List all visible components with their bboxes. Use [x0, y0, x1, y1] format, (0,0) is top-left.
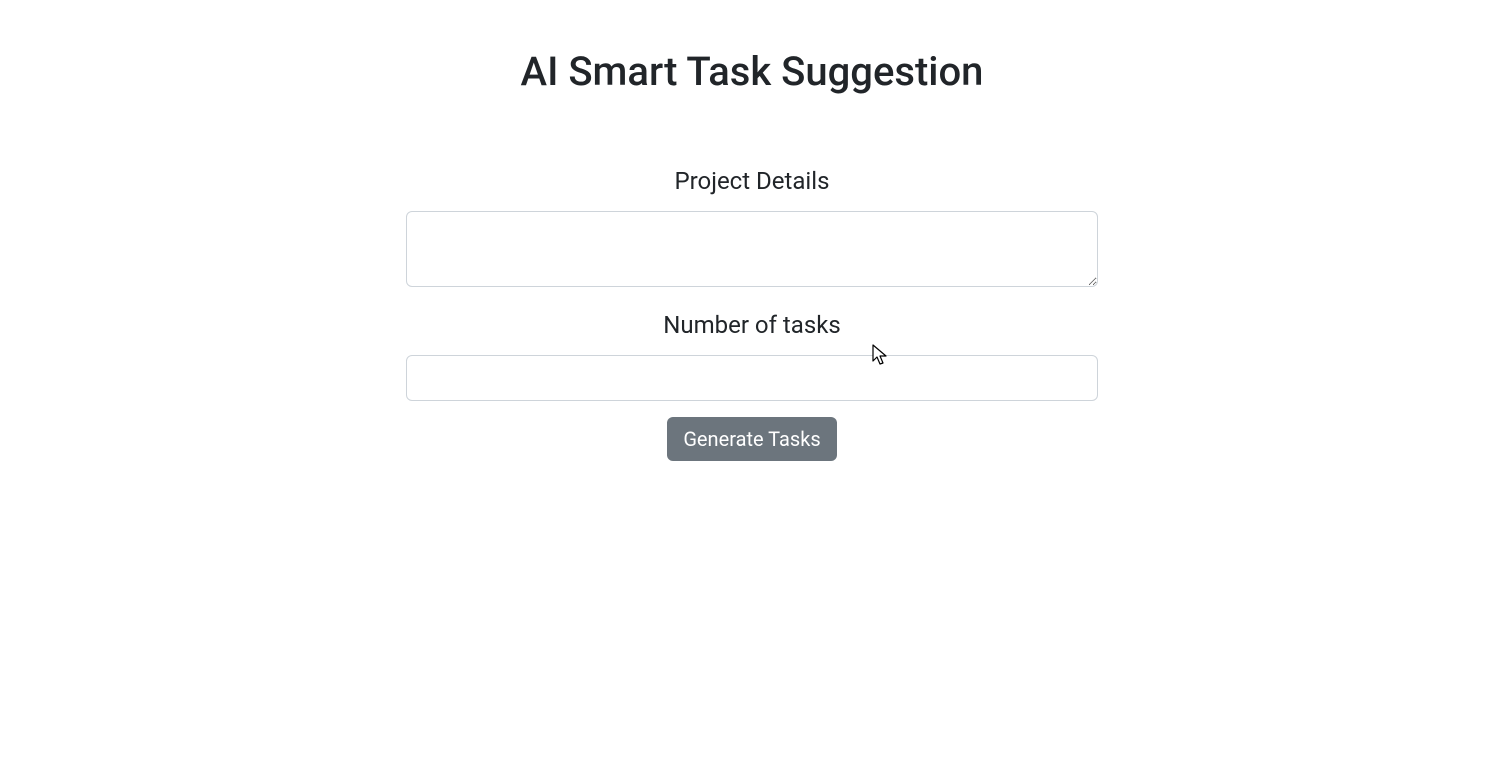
generate-tasks-button[interactable]: Generate Tasks: [667, 417, 836, 461]
num-tasks-input[interactable]: [406, 355, 1098, 401]
project-details-input[interactable]: [406, 211, 1098, 287]
project-details-label: Project Details: [674, 167, 829, 195]
num-tasks-label: Number of tasks: [663, 311, 841, 339]
task-suggestion-form: Project Details Number of tasks Generate…: [406, 167, 1098, 461]
page-title: AI Smart Task Suggestion: [0, 48, 1504, 95]
